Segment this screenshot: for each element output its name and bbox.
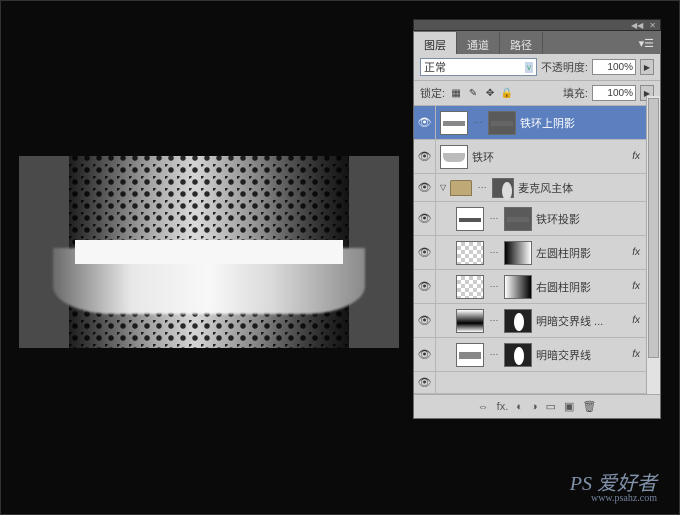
new-layer-icon[interactable]: ▣: [564, 400, 574, 413]
visibility-toggle[interactable]: 👁: [414, 338, 436, 371]
visibility-toggle[interactable]: 👁: [414, 270, 436, 303]
opacity-flyout-button[interactable]: ▶: [640, 59, 654, 75]
layer-mask-thumbnail[interactable]: [504, 275, 532, 299]
visibility-toggle[interactable]: 👁: [414, 202, 436, 235]
panel-tabs: 图层 通道 路径 ▾☰: [414, 32, 660, 54]
fx-badge[interactable]: fx: [630, 247, 642, 258]
blend-opacity-row: 正常 v 不透明度: 100% ▶: [414, 54, 660, 81]
blend-mode-value: 正常: [424, 59, 446, 75]
fx-badge[interactable]: fx: [630, 349, 642, 360]
mask-link-icon[interactable]: ⋯: [476, 178, 488, 198]
layer-list: 👁 ⋯ 铁环上阴影 👁 铁环 fx ▸ 👁 ▽ ⋯ 麦克风主体 👁 ⋯: [414, 106, 660, 394]
fx-menu-icon[interactable]: fx.: [497, 401, 509, 413]
lock-all-icon[interactable]: 🔒: [500, 86, 514, 100]
layer-mask-thumbnail[interactable]: [504, 207, 532, 231]
lock-paint-icon[interactable]: ✎: [466, 86, 480, 100]
document-canvas[interactable]: [19, 156, 399, 348]
panel-menu-icon[interactable]: ▾☰: [633, 32, 660, 54]
layer-thumbnail[interactable]: [456, 207, 484, 231]
fx-badge[interactable]: fx: [630, 151, 642, 162]
layer-row[interactable]: 👁 ⋯ 明暗交界线 fx ▸: [414, 338, 660, 372]
add-mask-icon[interactable]: ◐: [516, 401, 523, 413]
layer-thumbnail[interactable]: [456, 343, 484, 367]
watermark-url: www.psahz.com: [570, 494, 657, 504]
visibility-toggle[interactable]: 👁: [414, 174, 436, 201]
layer-name[interactable]: 左圆柱阴影: [536, 245, 626, 261]
blend-mode-select[interactable]: 正常 v: [420, 58, 537, 76]
layer-name[interactable]: 右圆柱阴影: [536, 279, 626, 295]
mask-link-icon[interactable]: ⋯: [488, 345, 500, 365]
tab-layers[interactable]: 图层: [414, 32, 457, 54]
layer-row[interactable]: 👁 铁环 fx ▸: [414, 140, 660, 174]
link-layers-icon[interactable]: ⇔: [478, 401, 489, 413]
mask-link-icon[interactable]: ⋯: [488, 311, 500, 331]
panel-collapse-bar[interactable]: ◀◀ ✕: [413, 19, 661, 31]
folder-icon: [450, 180, 472, 196]
fill-label: 填充:: [563, 85, 588, 101]
watermark: PS 爱好者 www.psahz.com: [570, 474, 657, 504]
layer-thumbnail[interactable]: [440, 111, 468, 135]
watermark-brand: PS 爱好者: [570, 473, 657, 495]
layers-panel-footer: ⇔ fx. ◐ ◑ ▭ ▣ 🗑: [414, 394, 660, 418]
lock-transparency-icon[interactable]: ▦: [449, 86, 463, 100]
layer-name[interactable]: 明暗交界线: [536, 347, 626, 363]
layer-name[interactable]: 铁环上阴影: [520, 115, 658, 131]
fill-input[interactable]: 100%: [592, 85, 636, 101]
layer-row[interactable]: 👁 ⋯ 铁环上阴影: [414, 106, 660, 140]
layer-name[interactable]: 麦克风主体: [518, 180, 658, 196]
mask-link-icon[interactable]: ⋯: [488, 209, 500, 229]
delete-layer-icon[interactable]: 🗑: [582, 400, 596, 413]
layer-row[interactable]: 👁 ⋯ 左圆柱阴影 fx ▸: [414, 236, 660, 270]
layer-row[interactable]: 👁 ⋯ 右圆柱阴影 fx ▸: [414, 270, 660, 304]
mask-link-icon[interactable]: ⋯: [488, 277, 500, 297]
layer-thumbnail[interactable]: [456, 241, 484, 265]
layer-mask-thumbnail[interactable]: [504, 343, 532, 367]
layer-mask-thumbnail[interactable]: [488, 111, 516, 135]
tab-paths[interactable]: 路径: [500, 32, 543, 54]
layers-panel: 图层 通道 路径 ▾☰ 正常 v 不透明度: 100% ▶ 锁定: ▦ ✎ ✥ …: [413, 31, 661, 419]
layer-row-partial[interactable]: 👁: [414, 372, 660, 394]
layer-group-row[interactable]: 👁 ▽ ⋯ 麦克风主体: [414, 174, 660, 202]
visibility-toggle[interactable]: 👁: [414, 372, 436, 393]
layer-mask-thumbnail[interactable]: [504, 309, 532, 333]
collapse-arrows-icon: ◀◀: [631, 21, 643, 30]
layer-name[interactable]: 铁环: [472, 149, 626, 165]
lock-position-icon[interactable]: ✥: [483, 86, 497, 100]
visibility-toggle[interactable]: 👁: [414, 304, 436, 337]
layers-scrollbar[interactable]: [646, 96, 660, 394]
group-mask-thumbnail[interactable]: [492, 178, 514, 198]
layer-row[interactable]: 👁 ⋯ 明暗交界线 ... fx ▸: [414, 304, 660, 338]
mask-link-icon[interactable]: ⋯: [488, 243, 500, 263]
layer-name[interactable]: 明暗交界线 ...: [536, 313, 626, 329]
fx-badge[interactable]: fx: [630, 281, 642, 292]
tab-channels[interactable]: 通道: [457, 32, 500, 54]
layer-thumbnail[interactable]: [456, 309, 484, 333]
layer-thumbnail[interactable]: [456, 275, 484, 299]
lock-label: 锁定:: [420, 85, 445, 101]
visibility-toggle[interactable]: 👁: [414, 236, 436, 269]
lock-fill-row: 锁定: ▦ ✎ ✥ 🔒 填充: 100% ▶: [414, 81, 660, 106]
new-group-icon[interactable]: ▭: [546, 400, 556, 413]
fx-badge[interactable]: fx: [630, 315, 642, 326]
new-adjustment-icon[interactable]: ◑: [531, 401, 538, 413]
layer-thumbnail[interactable]: [440, 145, 468, 169]
layer-mask-thumbnail[interactable]: [504, 241, 532, 265]
layer-name[interactable]: 铁环投影: [536, 211, 658, 227]
opacity-input[interactable]: 100%: [592, 59, 636, 75]
mask-link-icon[interactable]: ⋯: [472, 113, 484, 133]
panel-close-icon: ✕: [649, 21, 656, 30]
group-expand-icon[interactable]: ▽: [440, 183, 446, 192]
visibility-toggle[interactable]: 👁: [414, 106, 436, 139]
mic-ring-highlight: [75, 240, 343, 264]
visibility-toggle[interactable]: 👁: [414, 140, 436, 173]
chevron-down-icon: v: [525, 62, 533, 73]
scrollbar-thumb[interactable]: [648, 98, 659, 358]
layer-row[interactable]: 👁 ⋯ 铁环投影: [414, 202, 660, 236]
opacity-label: 不透明度:: [541, 59, 588, 75]
